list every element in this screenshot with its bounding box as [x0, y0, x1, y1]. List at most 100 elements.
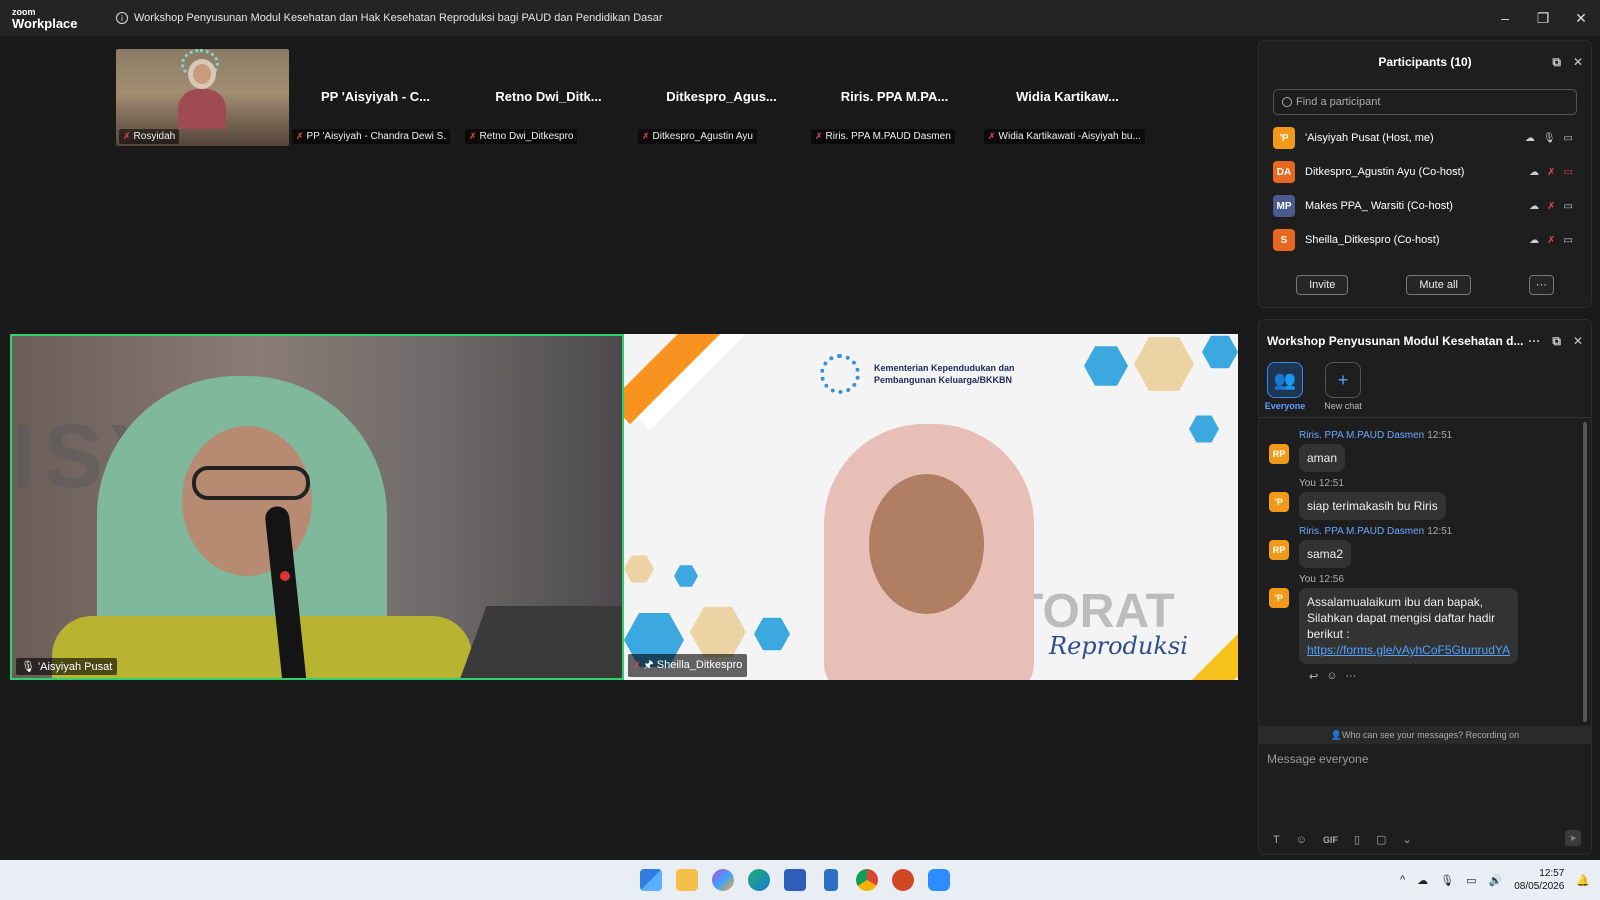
screenshot-icon[interactable]: ▢	[1376, 833, 1386, 846]
store-icon[interactable]	[784, 869, 806, 891]
slide-hexagon	[624, 555, 654, 583]
participant-row[interactable]: 'P 'Aisyiyah Pusat (Host, me) ☁ 🎙 ▭	[1259, 121, 1591, 155]
chat-scrollbar[interactable]	[1583, 422, 1587, 722]
strip-tile-tag: ✗ Rosyidah	[119, 129, 180, 144]
chevron-up-icon[interactable]: ^	[1400, 874, 1405, 886]
camera-icon[interactable]: ▭	[1564, 201, 1573, 212]
chat-tabs: 👥 Everyone + New chat	[1259, 362, 1591, 418]
strip-tile-agustin[interactable]: Ditkespro_Agus... ✗ Ditkespro_Agustin Ayu	[635, 49, 808, 146]
strip-tile-name: Retno Dwi_Ditk...	[495, 89, 602, 104]
emoji-icon[interactable]: ☺	[1296, 834, 1307, 846]
more-options-button[interactable]: ···	[1528, 275, 1554, 295]
minimize-button[interactable]: –	[1486, 0, 1524, 36]
more-icon[interactable]: ···	[1528, 334, 1540, 349]
microphone-icon[interactable]: 🎙	[1440, 874, 1454, 887]
bkkbn-emblem-icon	[820, 354, 860, 394]
reply-icon[interactable]: ↩	[1309, 670, 1318, 683]
more-icon[interactable]: ···	[1345, 670, 1356, 683]
cloud-icon: ☁	[1529, 200, 1540, 212]
info-icon[interactable]: i	[116, 12, 128, 24]
participant-row[interactable]: DA Ditkespro_Agustin Ayu (Co-host) ☁ ✗ ▭	[1259, 155, 1591, 189]
mute-all-button[interactable]: Mute all	[1406, 275, 1471, 295]
slide-hexagon	[1189, 415, 1219, 443]
chrome-icon[interactable]	[856, 869, 878, 891]
people-icon: 👥	[1267, 362, 1303, 398]
close-icon[interactable]: ✕	[1573, 55, 1583, 70]
message-bubble: siap terimakasih bu Riris	[1299, 492, 1446, 520]
strip-tile-chandra[interactable]: PP 'Aisyiyah - C... ✗ PP 'Aisyiyah - Chan…	[289, 49, 462, 146]
close-window-button[interactable]: ✕	[1562, 0, 1600, 36]
chat-toolbar: T ☺ GIF ▯ ▢ ⌄	[1273, 833, 1412, 847]
avatar: 'P	[1269, 588, 1289, 608]
participant-name: Sheilla_Ditkespro (Co-host)	[1305, 234, 1440, 246]
speaker-face	[869, 474, 984, 614]
ministry-line-1: Kementerian Kependudukan dan	[874, 363, 1015, 373]
mic-muted-icon: ✗	[633, 660, 641, 670]
mic-muted-icon[interactable]: ✗	[1547, 235, 1555, 246]
mic-muted-icon[interactable]: ✗	[1547, 167, 1555, 178]
powerpoint-icon[interactable]	[892, 869, 914, 891]
mic-on-icon: 🎙	[21, 661, 39, 673]
avatar: S	[1273, 229, 1295, 251]
clock[interactable]: 12:57 08/05/2026	[1514, 867, 1564, 893]
network-icon[interactable]: ▭	[1466, 874, 1476, 887]
send-button[interactable]: ➤	[1565, 830, 1581, 846]
strip-tile-name: Ditkespro_Agus...	[666, 89, 777, 104]
popout-icon[interactable]: ⧉	[1552, 55, 1561, 70]
laptop	[457, 606, 622, 678]
slide-hexagon	[1084, 346, 1128, 386]
restore-button[interactable]: ❐	[1524, 0, 1562, 36]
attendance-form-link[interactable]: https://forms.gle/vAyhCoF5GtunrudYA	[1307, 643, 1510, 657]
camera-off-icon[interactable]: ▭	[1564, 167, 1573, 178]
strip-tile-rosyidah[interactable]: ✗ Rosyidah	[116, 49, 289, 146]
participant-row[interactable]: MP Makes PPA_ Warsiti (Co-host) ☁ ✗ ▭	[1259, 189, 1591, 223]
emoji-react-icon[interactable]: ☺	[1326, 670, 1337, 683]
zoom-logo: zoom Workplace	[12, 7, 92, 30]
file-icon[interactable]: ▯	[1354, 833, 1360, 846]
participants-actions: Invite Mute all ···	[1259, 275, 1591, 295]
chat-messages[interactable]: RP Riris. PPA M.PAUD Dasmen 12:51 aman 'P…	[1259, 418, 1591, 726]
camera-icon[interactable]: ▭	[1564, 235, 1573, 246]
camera-icon[interactable]: ▭	[1564, 133, 1573, 144]
avatar: RP	[1269, 444, 1289, 464]
edge-icon[interactable]	[748, 869, 770, 891]
gif-icon[interactable]: GIF	[1323, 835, 1338, 845]
slide-subheading: Reproduksi	[1049, 632, 1188, 660]
zoom-app-icon[interactable]	[928, 869, 950, 891]
meeting-info[interactable]: i Workshop Penyusunan Modul Kesehatan da…	[116, 12, 663, 24]
strip-tile-tag: ✗ Riris. PPA M.PAUD Dasmen	[811, 129, 955, 144]
notepad-icon[interactable]	[824, 869, 838, 891]
onedrive-icon[interactable]: ☁	[1417, 874, 1428, 887]
format-text-icon[interactable]: T	[1273, 834, 1280, 846]
message-tools: ↩ ☺ ···	[1309, 670, 1577, 683]
popout-icon[interactable]: ⧉	[1552, 334, 1561, 349]
title-bar: zoom Workplace i Workshop Penyusunan Mod…	[0, 0, 1600, 36]
strip-tile-riris[interactable]: Riris. PPA M.PA... ✗ Riris. PPA M.PAUD Da…	[808, 49, 981, 146]
start-icon[interactable]	[640, 869, 662, 891]
mic-icon[interactable]: 🎙	[1543, 133, 1556, 144]
tab-everyone[interactable]: 👥 Everyone	[1265, 362, 1305, 417]
volume-icon[interactable]: 🔊	[1489, 874, 1503, 887]
message-bubble: sama2	[1299, 540, 1352, 568]
notification-icon[interactable]: 🔔	[1576, 874, 1590, 887]
strip-tile-widia[interactable]: Widia Kartikaw... ✗ Widia Kartikawati -Ai…	[981, 49, 1154, 146]
tab-new-chat[interactable]: + New chat	[1323, 362, 1363, 417]
message-bubble: aman	[1299, 444, 1346, 472]
invite-button[interactable]: Invite	[1296, 275, 1349, 295]
speaker-glasses	[192, 466, 310, 500]
participant-search-input[interactable]: Find a participant	[1273, 89, 1577, 115]
close-icon[interactable]: ✕	[1573, 334, 1583, 349]
participant-row[interactable]: S Sheilla_Ditkespro (Co-host) ☁ ✗ ▭	[1259, 223, 1591, 257]
copilot-icon[interactable]	[712, 869, 734, 891]
avatar: DA	[1273, 161, 1295, 183]
chevron-down-icon[interactable]: ⌄	[1402, 833, 1411, 846]
slide-hexagon	[690, 606, 746, 658]
avatar: RP	[1269, 540, 1289, 560]
file-explorer-icon[interactable]	[676, 869, 698, 891]
recording-note[interactable]: 👤 Who can see your messages? Recording o…	[1259, 726, 1591, 744]
mic-muted-icon[interactable]: ✗	[1547, 201, 1555, 212]
message-input[interactable]: Message everyone	[1259, 744, 1591, 814]
main-video-aisyiyah[interactable]: ISYIY 🎙 'Aisyiyah Pusat	[10, 334, 624, 680]
strip-tile-retno[interactable]: Retno Dwi_Ditk... ✗ Retno Dwi_Ditkespro	[462, 49, 635, 146]
main-video-sheilla[interactable]: Kementerian Kependudukan dan Pembangunan…	[624, 334, 1238, 680]
